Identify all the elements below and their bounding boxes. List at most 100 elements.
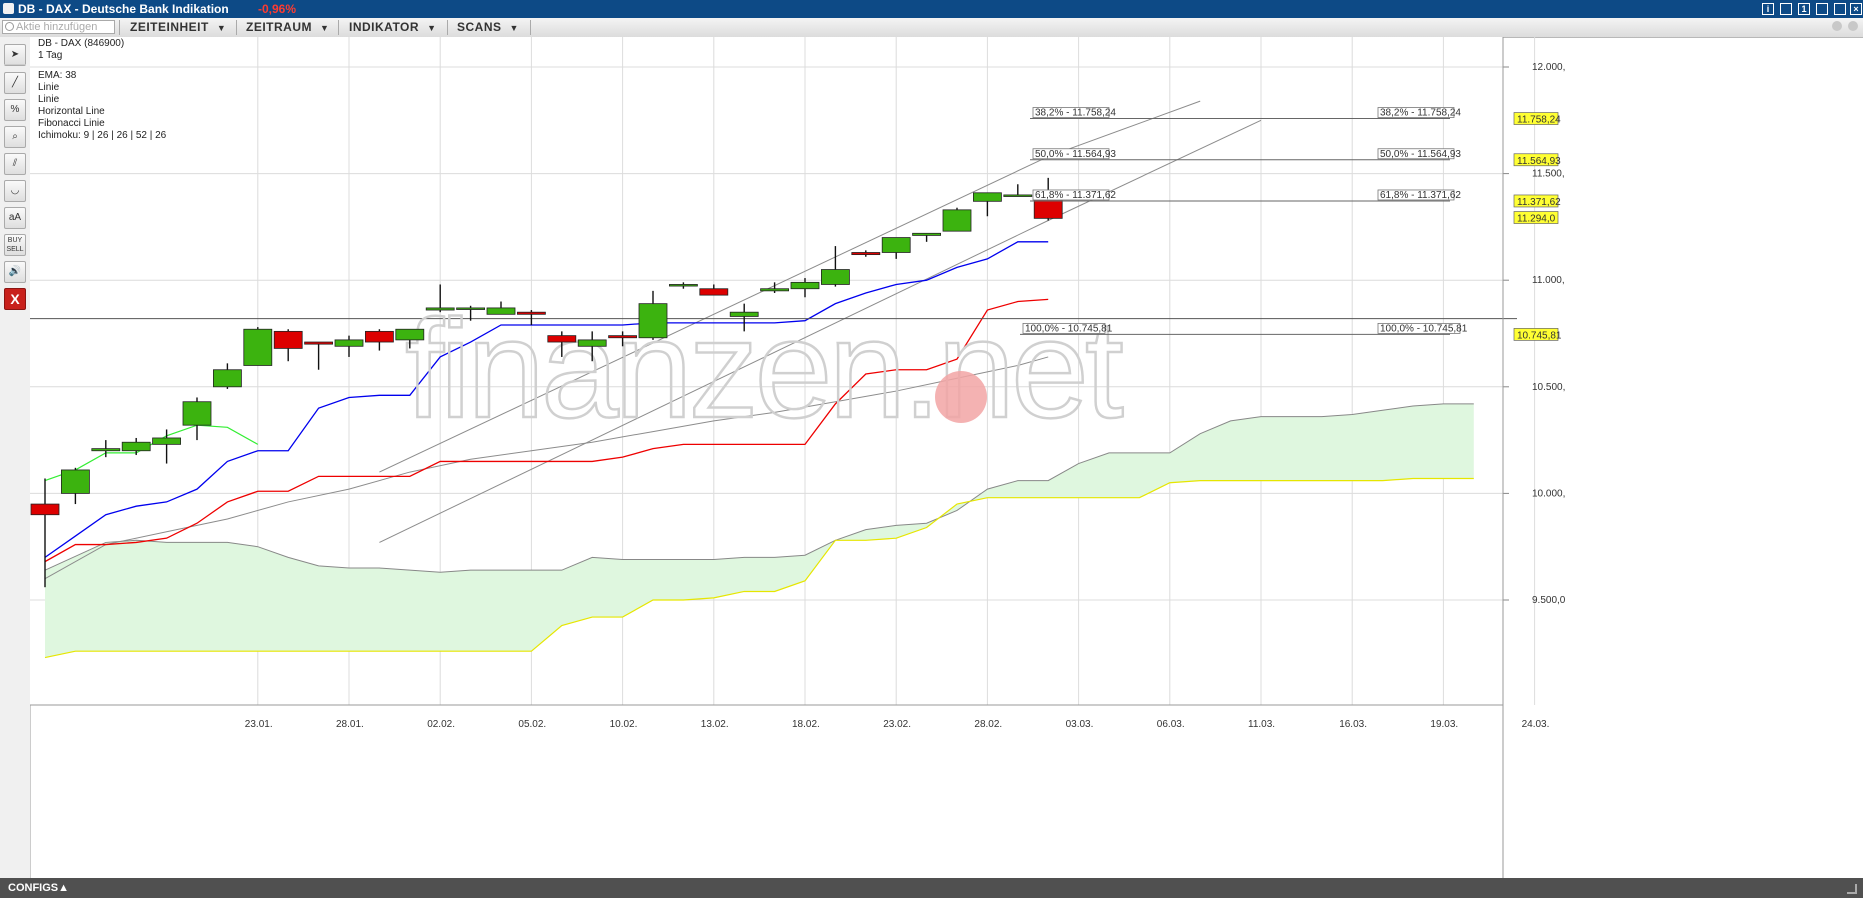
close-icon: X (10, 291, 20, 307)
candle-body (395, 328, 425, 341)
x-tick-label: 28.02. (974, 719, 1002, 730)
candle-body (973, 192, 1002, 202)
x-tick-label: 13.02. (701, 719, 729, 730)
x-tick-label: 16.03. (1339, 719, 1367, 730)
arc-tool-button[interactable]: ◡ (4, 180, 26, 202)
pointer-icon: ➤ (10, 49, 20, 60)
x-tick-label: 02.02. (427, 719, 455, 730)
configs-button[interactable]: CONFIGS▲ (8, 882, 69, 894)
period-label: 1 Tag (38, 50, 63, 61)
candle-body (638, 303, 668, 339)
menu-zeitraum[interactable]: ZEITRAUM ▼ (246, 20, 329, 35)
fib-label-left: 50,0% - 11.564,93 (1035, 149, 1116, 160)
candle-body (790, 281, 820, 290)
candle-body (699, 288, 729, 296)
layout-icon[interactable]: 1 (1798, 3, 1810, 15)
x-tick-label: 03.03. (1066, 719, 1094, 730)
percent-tool-button[interactable]: % (4, 99, 26, 121)
menu-zeiteinheit[interactable]: ZEITEINHEIT ▼ (130, 20, 226, 35)
candle-body (729, 311, 759, 317)
menu-label: ZEITRAUM (246, 20, 312, 34)
footer-bar: CONFIGS▲ (0, 878, 1863, 898)
menu-label: SCANS (457, 20, 502, 34)
indicator-ichimoku[interactable]: Ichimoku: 9 | 26 | 26 | 52 | 26 (38, 130, 166, 142)
channel-tool-button[interactable]: ⫽ (4, 153, 26, 175)
candle-body (425, 307, 455, 311)
chevron-down-icon: ▼ (320, 23, 330, 33)
line-tool-button[interactable]: ╱ (4, 72, 26, 94)
search-placeholder: Aktie hinzufügen (16, 21, 98, 33)
app-logo-icon (3, 3, 14, 14)
maximize-icon[interactable] (1834, 3, 1846, 15)
percent-icon: % (10, 104, 20, 115)
price-label: 11.564,93 (1517, 156, 1561, 167)
candle-body (1003, 194, 1033, 197)
chevron-down-icon: ▼ (509, 23, 519, 33)
separator (236, 20, 237, 35)
sound-button[interactable]: 🔊 (4, 261, 26, 283)
fib-label-right: 50,0% - 11.564,93 (1380, 149, 1461, 160)
x-tick-label: 19.03. (1430, 719, 1458, 730)
channel-icon: ⫽ (12, 158, 18, 169)
candle-body (91, 448, 121, 452)
cloud-icon[interactable] (1848, 21, 1858, 31)
candle-body (912, 232, 941, 236)
y-tick-label: 10.500, (1532, 382, 1565, 393)
menu-scans[interactable]: SCANS ▼ (457, 20, 519, 35)
y-tick-label: 11.000, (1532, 275, 1565, 286)
close-button[interactable]: X (4, 288, 26, 310)
indicator-ema[interactable]: EMA: 38 (38, 70, 166, 82)
indicator-line-2[interactable]: Linie (38, 94, 166, 106)
chart-window: { "window": { "title": "DB - DAX - Deuts… (0, 0, 1863, 898)
candle-body (760, 288, 789, 292)
y-tick-label: 12.000, (1532, 62, 1565, 73)
pointer-tool-button[interactable]: ➤ (4, 44, 26, 66)
arc-icon: ◡ (10, 185, 20, 196)
search-icon (5, 22, 14, 31)
fib-label-left: 100,0% - 10.745,81 (1025, 323, 1113, 334)
candle-body (30, 503, 60, 516)
buy-sell-button[interactable]: BUY SELL (4, 234, 26, 256)
price-label: 10.745,81 (1517, 330, 1562, 341)
candle-body (212, 369, 242, 388)
x-tick-label: 24.03. (1522, 719, 1550, 730)
separator (119, 20, 120, 35)
chart-canvas[interactable]: finanzen.net 38,2% - 11.758,24 38,2% - 11… (30, 37, 1863, 878)
sound-icon: 🔊 (8, 266, 22, 277)
separator (338, 20, 339, 35)
x-tick-label: 10.02. (610, 719, 638, 730)
candle-body (182, 401, 212, 426)
menu-indikator[interactable]: INDIKATOR ▼ (349, 20, 436, 35)
window-icon[interactable] (1780, 3, 1792, 15)
separator (530, 20, 531, 35)
menu-label: ZEITEINHEIT (130, 20, 209, 34)
zoom-icon: ⌕ (12, 131, 18, 142)
info-icon[interactable]: i (1762, 3, 1774, 15)
candle-body (608, 335, 637, 339)
indicator-fibonacci[interactable]: Fibonacci Linie (38, 118, 166, 130)
resize-grip-icon[interactable] (1847, 884, 1857, 894)
add-stock-search-input[interactable]: Aktie hinzufügen (2, 20, 115, 34)
buy-sell-icon: BUY SELL (6, 237, 24, 253)
candle-body (243, 328, 273, 366)
candle-body (1033, 198, 1063, 219)
separator (4, 64, 26, 65)
indicator-horizontal-line[interactable]: Horizontal Line (38, 106, 166, 118)
candle-body (577, 339, 607, 347)
candle-body (942, 209, 972, 232)
x-tick-label: 05.02. (518, 719, 546, 730)
fib-label-left: 38,2% - 11.758,24 (1035, 108, 1116, 119)
settings-icon[interactable] (1832, 21, 1842, 31)
x-tick-label: 06.03. (1157, 719, 1185, 730)
candle-body (547, 335, 577, 343)
y-tick-label: 9.500,0 (1532, 595, 1566, 606)
indicator-line-1[interactable]: Linie (38, 82, 166, 94)
restore-icon[interactable] (1816, 3, 1828, 15)
zoom-tool-button[interactable]: ⌕ (4, 126, 26, 148)
price-label: 11.371,62 (1517, 197, 1561, 208)
close-window-icon[interactable]: × (1850, 3, 1862, 15)
candle-body (364, 330, 394, 343)
fib-label-right: 38,2% - 11.758,24 (1380, 108, 1461, 119)
text-tool-button[interactable]: aA (4, 207, 26, 229)
candle-body (881, 237, 911, 253)
